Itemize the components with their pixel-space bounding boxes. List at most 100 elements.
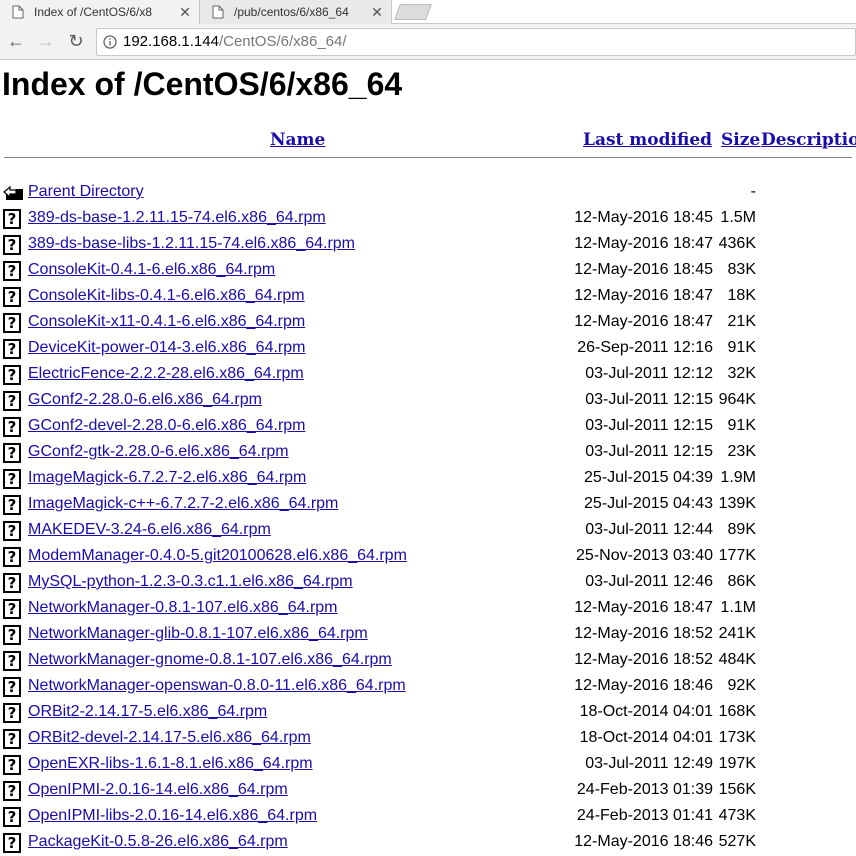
file-size: 156K — [718, 781, 756, 798]
file-link[interactable]: OpenIPMI-libs-2.0.16-14.el6.x86_64.rpm — [28, 807, 317, 825]
file-row: ? OpenEXR-libs-1.6.1-8.1.el6.x86_64.rpm 03… — [0, 752, 856, 778]
file-row: ? MySQL-python-1.2.3-0.3.c1.1.el6.x86_64.… — [0, 570, 856, 596]
sort-by-name-link[interactable]: Name — [270, 130, 325, 150]
file-link[interactable]: NetworkManager-openswan-0.8.0-11.el6.x86… — [28, 677, 406, 695]
unknown-file-icon: ? — [3, 365, 23, 385]
file-modified: 03-Jul-2011 12:44 — [585, 521, 713, 538]
file-link[interactable]: ImageMagick-c++-6.7.2.7-2.el6.x86_64.rpm — [28, 495, 338, 513]
file-size: 177K — [718, 547, 756, 564]
file-size: 197K — [718, 755, 756, 772]
file-modified: 12-May-2016 18:45 — [574, 209, 713, 226]
file-row: ? GConf2-2.28.0-6.el6.x86_64.rpm 03-Jul-20… — [0, 388, 856, 414]
file-modified: 26-Sep-2011 12:16 — [577, 339, 713, 356]
parent-directory-link[interactable]: Parent Directory — [28, 183, 144, 201]
close-tab-icon[interactable]: ✕ — [369, 4, 385, 21]
info-icon[interactable] — [97, 34, 123, 49]
unknown-file-icon: ? — [3, 677, 23, 697]
browser-toolbar: ← → ↻ 192.168.1.144/CentOS/6/x86_64/ — [0, 24, 856, 60]
file-size: 1.9M — [720, 469, 756, 486]
file-row: ? NetworkManager-gnome-0.8.1-107.el6.x86_… — [0, 648, 856, 674]
file-link[interactable]: ElectricFence-2.2.2-28.el6.x86_64.rpm — [28, 365, 304, 383]
file-size: 473K — [718, 807, 756, 824]
file-modified: 24-Feb-2013 01:41 — [576, 807, 713, 824]
file-size: 21K — [727, 313, 756, 330]
file-modified: 12-May-2016 18:46 — [574, 677, 713, 694]
file-link[interactable]: GConf2-2.28.0-6.el6.x86_64.rpm — [28, 391, 262, 409]
file-link[interactable]: GConf2-devel-2.28.0-6.el6.x86_64.rpm — [28, 417, 306, 435]
tab-title: /pub/centos/6/x86_64 — [234, 5, 349, 19]
unknown-file-icon: ? — [3, 469, 23, 489]
sort-by-size-link[interactable]: Size — [721, 130, 760, 150]
file-row: ? ORBit2-devel-2.14.17-5.el6.x86_64.rpm 18… — [0, 726, 856, 752]
file-row: ? NetworkManager-openswan-0.8.0-11.el6.x8… — [0, 674, 856, 700]
unknown-file-icon: ? — [3, 573, 23, 593]
unknown-file-icon: ? — [3, 781, 23, 801]
unknown-file-icon: ? — [3, 521, 23, 541]
document-icon — [10, 4, 26, 20]
file-link[interactable]: NetworkManager-gnome-0.8.1-107.el6.x86_6… — [28, 651, 392, 669]
close-tab-icon[interactable]: ✕ — [177, 4, 193, 21]
file-row: ? ImageMagick-6.7.2.7-2.el6.x86_64.rpm 25-… — [0, 466, 856, 492]
reload-icon[interactable]: ↻ — [62, 28, 90, 56]
file-row: ? DeviceKit-power-014-3.el6.x86_64.rpm 26-… — [0, 336, 856, 362]
file-link[interactable]: MySQL-python-1.2.3-0.3.c1.1.el6.x86_64.r… — [28, 573, 353, 591]
file-link[interactable]: MAKEDEV-3.24-6.el6.x86_64.rpm — [28, 521, 271, 539]
page-title: Index of /CentOS/6/x86_64 — [2, 66, 403, 102]
tab-title: Index of /CentOS/6/x8 — [34, 5, 153, 19]
file-link[interactable]: NetworkManager-0.8.1-107.el6.x86_64.rpm — [28, 599, 338, 617]
unknown-file-icon: ? — [3, 391, 23, 411]
new-tab-button[interactable] — [394, 4, 432, 20]
file-row: ? NetworkManager-0.8.1-107.el6.x86_64.rpm… — [0, 596, 856, 622]
file-link[interactable]: DeviceKit-power-014-3.el6.x86_64.rpm — [28, 339, 305, 357]
file-link[interactable]: GConf2-gtk-2.28.0-6.el6.x86_64.rpm — [28, 443, 289, 461]
file-row: ? ORBit2-2.14.17-5.el6.x86_64.rpm 18-Oct-2… — [0, 700, 856, 726]
header-divider — [4, 157, 852, 158]
file-link[interactable]: ImageMagick-6.7.2.7-2.el6.x86_64.rpm — [28, 469, 306, 487]
file-size: 173K — [718, 729, 756, 746]
file-size: 83K — [727, 261, 756, 278]
file-row: ? ImageMagick-c++-6.7.2.7-2.el6.x86_64.rp… — [0, 492, 856, 518]
file-modified: 12-May-2016 18:52 — [574, 651, 713, 668]
file-modified: 03-Jul-2011 12:15 — [585, 391, 713, 408]
sort-by-modified-link[interactable]: Last modified — [583, 130, 712, 150]
file-row: ? GConf2-gtk-2.28.0-6.el6.x86_64.rpm 03-Ju… — [0, 440, 856, 466]
url-path: /CentOS/6/x86_64/ — [218, 33, 347, 50]
file-row: ? ElectricFence-2.2.2-28.el6.x86_64.rpm 03… — [0, 362, 856, 388]
tab-pub-centos[interactable]: /pub/centos/6/x86_64 ✕ — [200, 0, 392, 24]
unknown-file-icon: ? — [3, 651, 23, 671]
sort-by-description-link[interactable]: Description — [761, 130, 856, 150]
file-modified: 12-May-2016 18:47 — [574, 287, 713, 304]
unknown-file-icon: ? — [3, 703, 23, 723]
file-link[interactable]: ConsoleKit-x11-0.4.1-6.el6.x86_64.rpm — [28, 313, 305, 331]
forward-arrow-icon[interactable]: → — [32, 28, 60, 56]
tab-index-centos[interactable]: Index of /CentOS/6/x8 ✕ — [0, 0, 200, 24]
file-link[interactable]: ORBit2-devel-2.14.17-5.el6.x86_64.rpm — [28, 729, 311, 747]
back-arrow-icon[interactable]: ← — [2, 28, 30, 56]
file-link[interactable]: NetworkManager-glib-0.8.1-107.el6.x86_64… — [28, 625, 368, 643]
file-link[interactable]: OpenEXR-libs-1.6.1-8.1.el6.x86_64.rpm — [28, 755, 313, 773]
file-modified: 18-Oct-2014 04:01 — [579, 729, 713, 746]
file-link[interactable]: 389-ds-base-1.2.11.15-74.el6.x86_64.rpm — [28, 209, 326, 227]
address-bar[interactable]: 192.168.1.144/CentOS/6/x86_64/ — [96, 27, 856, 56]
unknown-file-icon: ? — [3, 495, 23, 515]
file-link[interactable]: ConsoleKit-0.4.1-6.el6.x86_64.rpm — [28, 261, 275, 279]
file-size: 91K — [727, 339, 756, 356]
unknown-file-icon: ? — [3, 235, 23, 255]
file-link[interactable]: ORBit2-2.14.17-5.el6.x86_64.rpm — [28, 703, 267, 721]
file-row: ? GConf2-devel-2.28.0-6.el6.x86_64.rpm 03-… — [0, 414, 856, 440]
document-icon — [210, 4, 226, 20]
file-link[interactable]: OpenIPMI-2.0.16-14.el6.x86_64.rpm — [28, 781, 288, 799]
file-row: ? ConsoleKit-0.4.1-6.el6.x86_64.rpm 12-May… — [0, 258, 856, 284]
tab-strip: Index of /CentOS/6/x8 ✕ /pub/centos/6/x8… — [0, 0, 856, 24]
file-link[interactable]: PackageKit-0.5.8-26.el6.x86_64.rpm — [28, 833, 288, 851]
file-modified: 03-Jul-2011 12:49 — [585, 755, 713, 772]
unknown-file-icon: ? — [3, 417, 23, 437]
file-link[interactable]: 389-ds-base-libs-1.2.11.15-74.el6.x86_64… — [28, 235, 355, 253]
file-link[interactable]: ConsoleKit-libs-0.4.1-6.el6.x86_64.rpm — [28, 287, 305, 305]
unknown-file-icon: ? — [3, 339, 23, 359]
file-size: 1.5M — [720, 209, 756, 226]
back-folder-icon — [3, 183, 23, 203]
file-link[interactable]: ModemManager-0.4.0-5.git20100628.el6.x86… — [28, 547, 407, 565]
file-modified: 03-Jul-2011 12:46 — [585, 573, 713, 590]
file-modified: 25-Jul-2015 04:39 — [584, 469, 713, 486]
